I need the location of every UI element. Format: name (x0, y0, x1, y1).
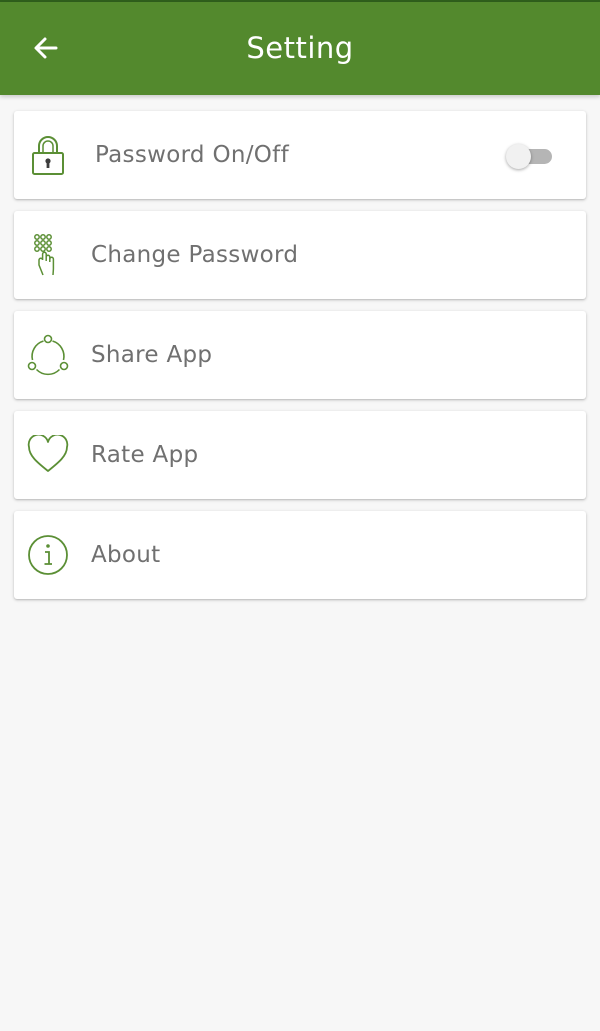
keypad-touch-icon (26, 233, 70, 277)
page-title: Setting (246, 31, 354, 65)
share-icon (26, 333, 70, 377)
password-toggle-switch[interactable] (506, 144, 560, 169)
settings-item-rate-app[interactable]: Rate App (14, 411, 586, 499)
settings-item-change-password[interactable]: Change Password (14, 211, 586, 299)
padlock-icon (26, 133, 70, 177)
settings-item-label: About (91, 542, 161, 568)
settings-list: Password On/Off Change Password Share Ap… (14, 111, 586, 611)
settings-item-label: Password On/Off (95, 142, 289, 168)
settings-item-label: Change Password (91, 242, 299, 268)
settings-item-share-app[interactable]: Share App (14, 311, 586, 399)
app-bar: Setting (0, 2, 600, 95)
settings-item-about[interactable]: About (14, 511, 586, 599)
settings-item-password-toggle[interactable]: Password On/Off (14, 111, 586, 199)
settings-item-label: Share App (91, 342, 213, 368)
toggle-thumb (506, 144, 531, 169)
heart-icon (26, 433, 70, 477)
settings-item-label: Rate App (91, 442, 199, 468)
info-icon (26, 533, 70, 577)
